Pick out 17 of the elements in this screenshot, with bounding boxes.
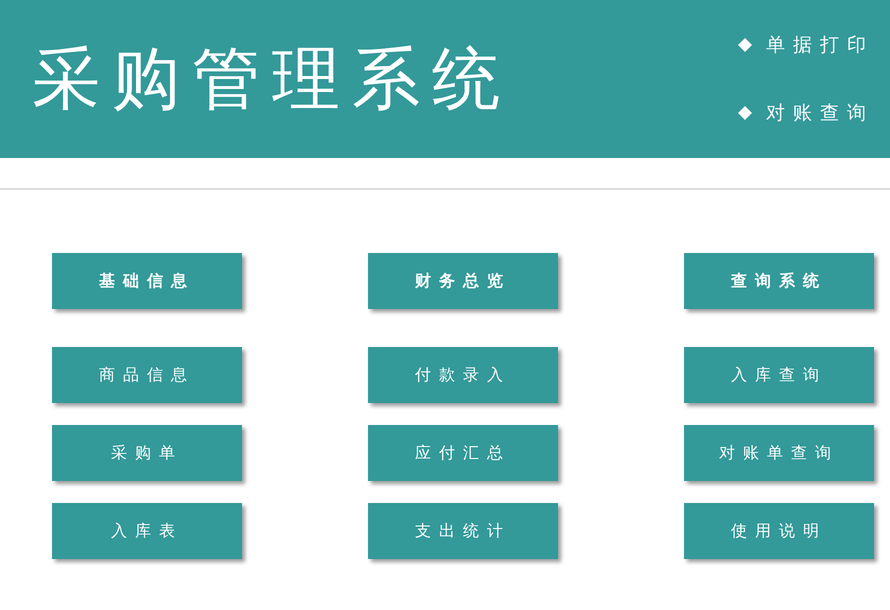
menu-button[interactable]: 入库查询 <box>684 347 874 403</box>
menu-button[interactable]: 商品信息 <box>52 347 242 403</box>
menu-button[interactable]: 使用说明 <box>684 503 874 559</box>
menu-button[interactable]: 付款录入 <box>368 347 558 403</box>
header-link[interactable]: 对账查询 <box>766 100 874 126</box>
diamond-icon <box>738 38 752 52</box>
section-button[interactable]: 查询系统 <box>684 253 874 309</box>
menu-button[interactable]: 对账单查询 <box>684 425 874 481</box>
menu-button[interactable]: 采购单 <box>52 425 242 481</box>
header-link[interactable]: 单据打印 <box>766 32 874 58</box>
menu-button[interactable]: 应付汇总 <box>368 425 558 481</box>
menu-button[interactable]: 支出统计 <box>368 503 558 559</box>
menu-button[interactable]: 入库表 <box>52 503 242 559</box>
app-title: 采购管理系统 <box>32 38 512 120</box>
diamond-icon <box>738 106 752 120</box>
section-button[interactable]: 财务总览 <box>368 253 558 309</box>
section-button[interactable]: 基础信息 <box>52 253 242 309</box>
